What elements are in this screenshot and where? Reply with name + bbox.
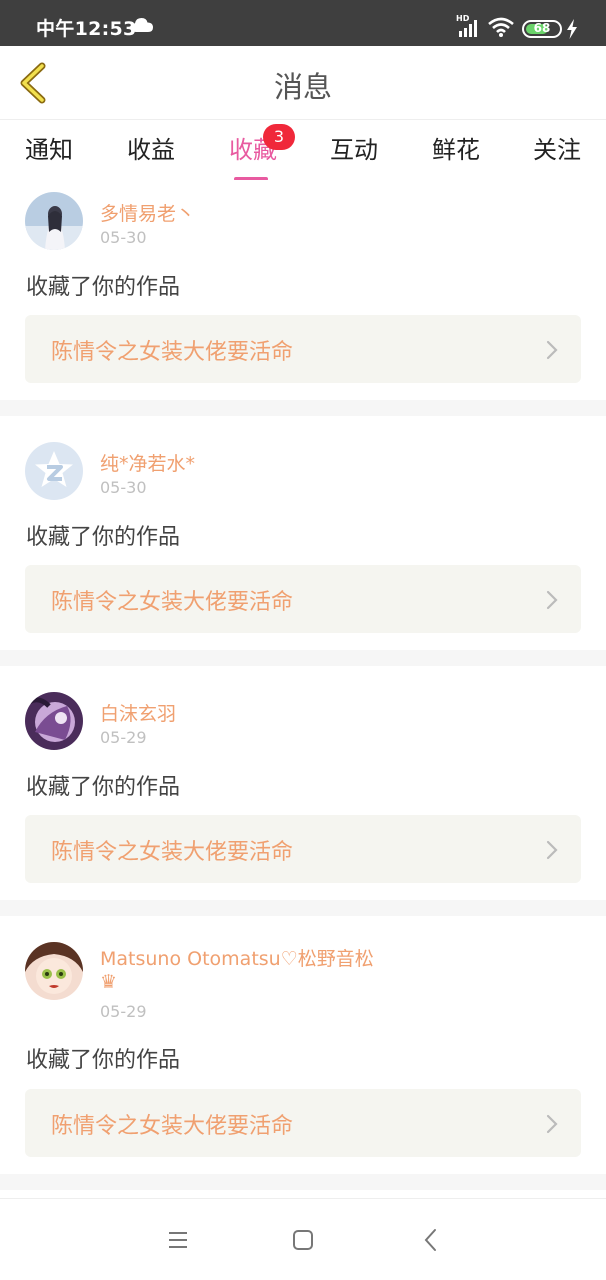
unread-badge: 3 [263,124,295,150]
battery-level: 68 [533,21,551,35]
cloud-icon [131,18,153,32]
tab-label: 互动 [330,136,378,164]
tab-label: 关注 [533,136,581,164]
action-text: 收藏了你的作品 [26,775,181,800]
divider [0,900,606,916]
tab-notice[interactable]: 通知 [9,130,89,165]
tab-label: 鲜花 [432,136,480,164]
username[interactable]: 白沫玄羽 [100,699,176,726]
tab-favorites[interactable]: 收藏 3 [213,124,295,181]
signal-icon [459,20,477,37]
divider [0,400,606,416]
action-text: 收藏了你的作品 [26,525,181,550]
action-text: 收藏了你的作品 [26,1048,181,1073]
chevron-right-icon [546,340,558,360]
work-link[interactable]: 陈情令之女装大佬要活命 [25,565,581,633]
battery-icon: 68 [522,20,562,38]
crown-icon: ♛ [100,971,118,993]
username[interactable]: 多情易老丶 [100,199,195,226]
tab-following[interactable]: 关注 [517,130,597,165]
menu-icon[interactable] [163,1225,193,1255]
chevron-right-icon [546,590,558,610]
work-title: 陈情令之女装大佬要活命 [51,340,294,365]
avatar[interactable] [25,942,83,1000]
divider [0,650,606,666]
work-title: 陈情令之女装大佬要活命 [51,590,294,615]
back-nav-icon[interactable] [416,1225,446,1255]
tab-bar: 通知 收益 收藏 3 互动 鲜花 关注 [0,120,606,181]
divider [0,1174,606,1190]
date: 05-29 [100,728,147,747]
notification-list: 多情易老丶 05-30 收藏了你的作品 陈情令之女装大佬要活命 纯*净若水* 0… [0,180,606,1190]
tab-label: 通知 [25,136,73,164]
list-item: 白沫玄羽 05-29 收藏了你的作品 陈情令之女装大佬要活命 [0,666,606,900]
date: 05-29 [100,1002,147,1021]
chevron-right-icon [546,840,558,860]
work-title: 陈情令之女装大佬要活命 [51,1114,294,1139]
status-time: 中午12:53 [36,18,137,40]
date: 05-30 [100,228,147,247]
system-nav-bar [0,1198,606,1280]
date: 05-30 [100,478,147,497]
list-item: 多情易老丶 05-30 收藏了你的作品 陈情令之女装大佬要活命 [0,180,606,400]
list-item: Matsuno Otomatsu♡松野音松 ♛ 05-29 收藏了你的作品 陈情… [0,916,606,1174]
tab-label: 收益 [127,136,175,164]
username[interactable]: 纯*净若水* [100,449,195,476]
avatar[interactable] [25,692,83,750]
list-item: 纯*净若水* 05-30 收藏了你的作品 陈情令之女装大佬要活命 [0,416,606,650]
work-title: 陈情令之女装大佬要活命 [51,840,294,865]
work-link[interactable]: 陈情令之女装大佬要活命 [25,315,581,383]
tab-interaction[interactable]: 互动 [314,130,394,165]
status-bar: 中午12:53 HD 68 [0,0,606,46]
app-header: 消息 [0,46,606,120]
avatar[interactable] [25,442,83,500]
tab-flowers[interactable]: 鲜花 [416,130,496,165]
username[interactable]: Matsuno Otomatsu♡松野音松 [100,944,374,971]
action-text: 收藏了你的作品 [26,275,181,300]
wifi-icon [488,17,514,37]
home-icon[interactable] [288,1225,318,1255]
page-title: 消息 [273,70,332,104]
avatar[interactable] [25,192,83,250]
work-link[interactable]: 陈情令之女装大佬要活命 [25,1089,581,1157]
charging-icon [567,19,577,39]
work-link[interactable]: 陈情令之女装大佬要活命 [25,815,581,883]
chevron-right-icon [546,1114,558,1134]
tab-earnings[interactable]: 收益 [111,130,191,165]
